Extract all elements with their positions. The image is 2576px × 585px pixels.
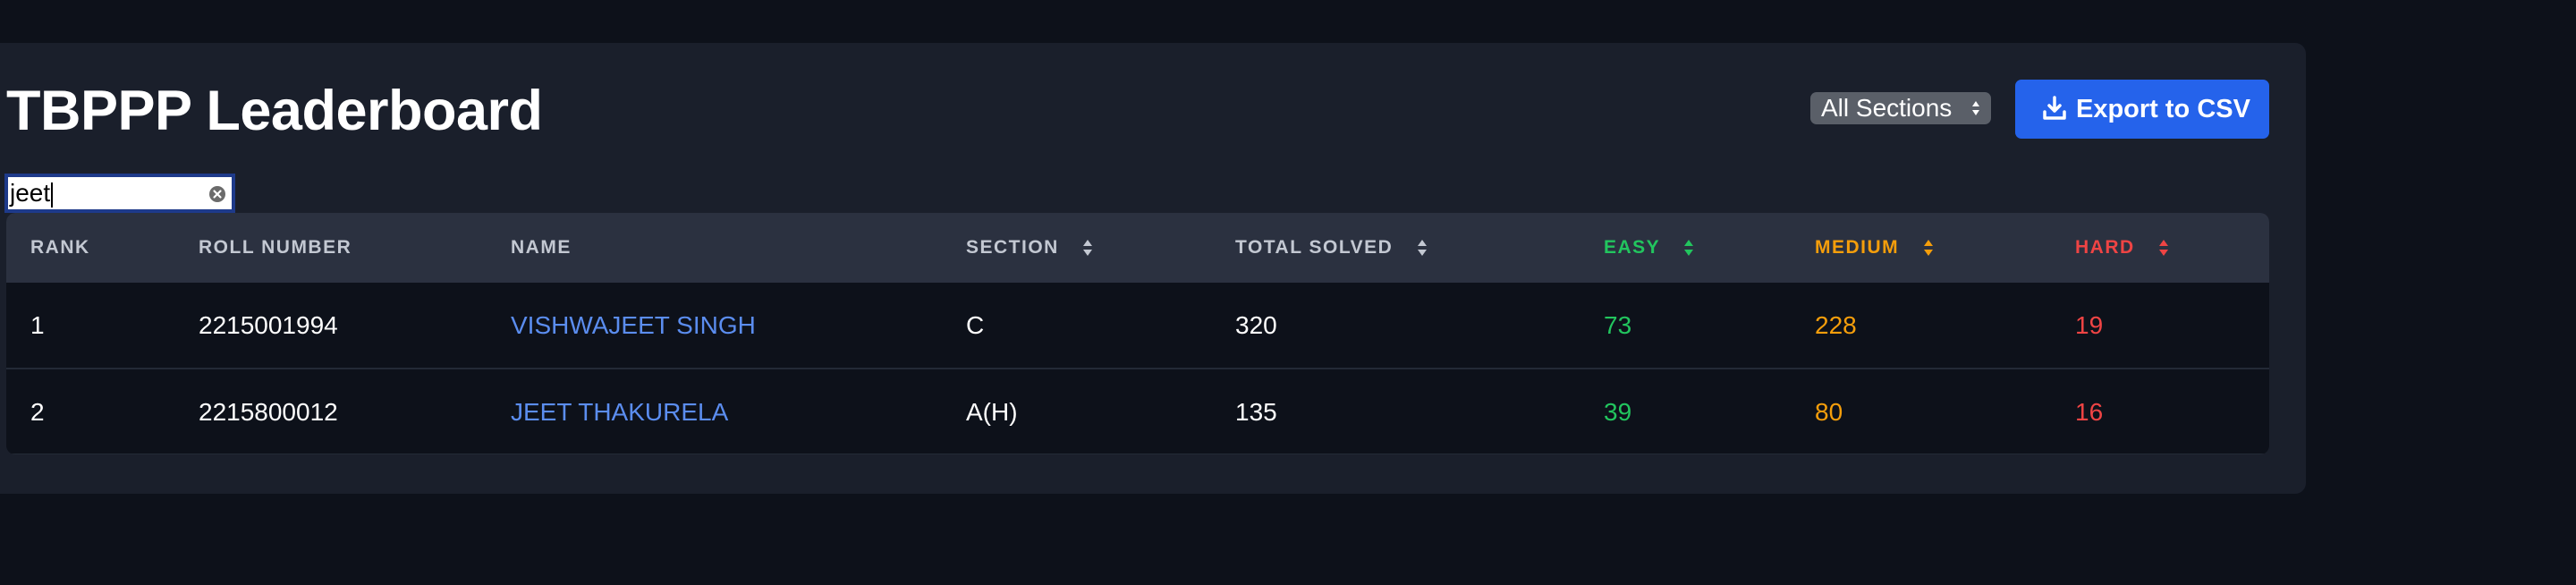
cell-medium: 228 <box>1815 311 1857 339</box>
cell-section: C <box>966 311 985 339</box>
select-arrows-icon <box>1972 101 1979 115</box>
clear-icon[interactable] <box>208 185 226 203</box>
export-csv-label: Export to CSV <box>2076 95 2250 123</box>
table-row: 2 2215800012 JEET THAKURELA A(H) 135 39 … <box>6 369 2269 454</box>
cell-easy: 39 <box>1604 398 1632 426</box>
cell-name-link[interactable]: VISHWAJEET SINGH <box>511 283 756 368</box>
cell-rank: 2 <box>30 398 45 426</box>
cell-total-solved: 135 <box>1235 398 1277 426</box>
column-section-header[interactable]: SECTION <box>966 213 1094 283</box>
cell-easy: 73 <box>1604 311 1632 339</box>
cell-roll-number: 2215800012 <box>199 398 338 426</box>
column-name: NAME <box>511 237 572 258</box>
column-easy-header[interactable]: EASY <box>1604 213 1695 283</box>
sort-icon[interactable] <box>1922 237 1935 259</box>
column-total-header[interactable]: TOTAL SOLVED <box>1235 213 1428 283</box>
cell-name-link[interactable]: JEET THAKURELA <box>511 369 728 454</box>
text-caret <box>51 182 54 208</box>
column-hard: HARD <box>2075 237 2135 258</box>
cell-roll-number: 2215001994 <box>199 311 338 339</box>
table-header: RANK ROLL NUMBER NAME SECTION TOTAL SOLV… <box>6 213 2269 283</box>
column-rank: RANK <box>30 237 90 258</box>
cell-rank: 1 <box>30 311 45 339</box>
column-medium-header[interactable]: MEDIUM <box>1815 213 1935 283</box>
section-filter-value: All Sections <box>1821 94 1953 122</box>
download-icon <box>2043 96 2066 120</box>
column-medium: MEDIUM <box>1815 237 1900 258</box>
cell-hard: 16 <box>2075 398 2104 426</box>
column-easy: EASY <box>1604 237 1660 258</box>
cell-total-solved: 320 <box>1235 311 1277 339</box>
page-title: TBPPP Leaderboard <box>6 80 543 142</box>
column-section: SECTION <box>966 237 1059 258</box>
search-input[interactable]: jeet <box>4 174 235 213</box>
table-row: 1 2215001994 VISHWAJEET SINGH C 320 73 2… <box>6 283 2269 369</box>
column-hard-header[interactable]: HARD <box>2075 213 2170 283</box>
search-input-value: jeet <box>10 179 51 207</box>
cell-hard: 19 <box>2075 311 2104 339</box>
sort-icon[interactable] <box>1081 237 1094 259</box>
sort-icon[interactable] <box>1682 237 1695 259</box>
section-filter-select[interactable]: All Sections <box>1810 92 1991 124</box>
column-roll-number: ROLL NUMBER <box>199 237 352 258</box>
export-csv-button[interactable]: Export to CSV <box>2015 80 2269 139</box>
cell-medium: 80 <box>1815 398 1843 426</box>
cell-section: A(H) <box>966 398 1018 426</box>
column-total-solved: TOTAL SOLVED <box>1235 237 1394 258</box>
sort-icon[interactable] <box>2157 237 2170 259</box>
leaderboard-table: RANK ROLL NUMBER NAME SECTION TOTAL SOLV… <box>6 213 2269 454</box>
sort-icon[interactable] <box>1416 237 1428 259</box>
